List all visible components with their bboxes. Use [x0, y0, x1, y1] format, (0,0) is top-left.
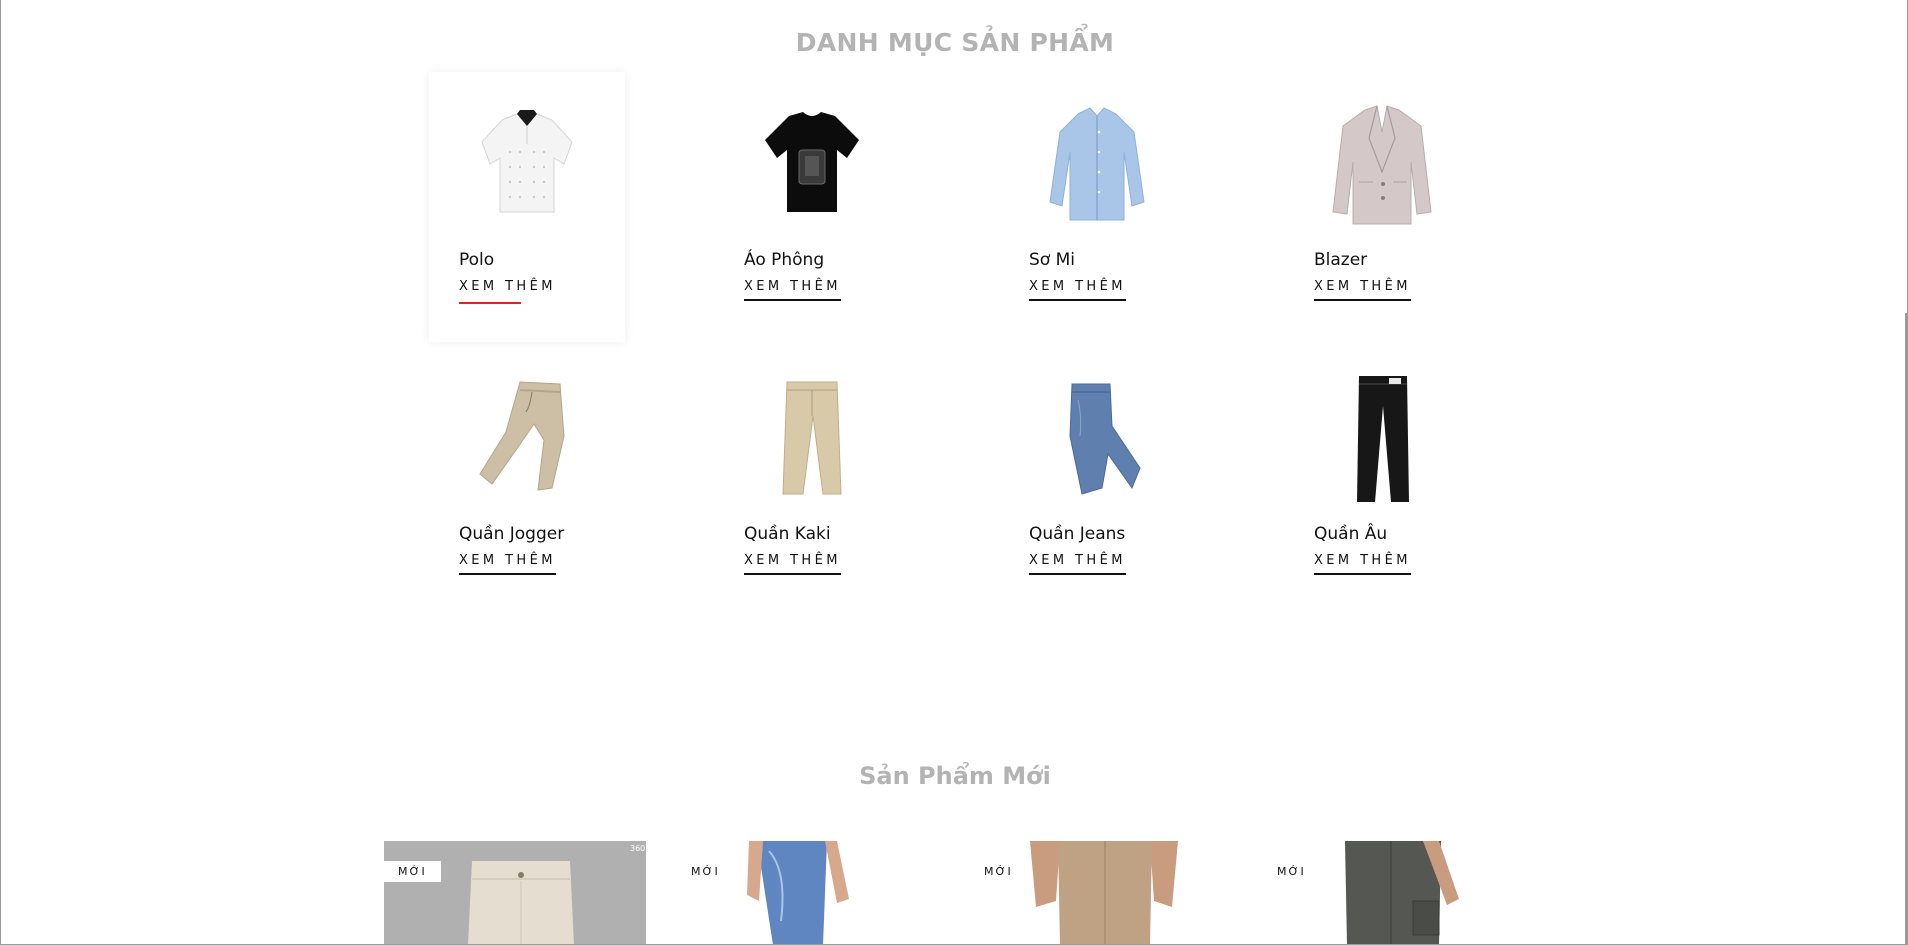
new-badge: MỚI [970, 861, 1027, 882]
trousers-icon [1284, 376, 1480, 502]
jogger-pants-icon [429, 376, 625, 502]
page: DANH MỤC SẢN PHẨM Polo XEM THÊM Áo Phông… [0, 0, 1908, 945]
view-more-link[interactable]: XEM THÊM [744, 553, 841, 575]
category-card-blazer[interactable]: Blazer XEM THÊM [1284, 72, 1480, 342]
view-more-link[interactable]: XEM THÊM [744, 279, 841, 301]
new-products-section-title: Sản Phẩm Mới [859, 762, 1051, 790]
view-more-link[interactable]: XEM THÊM [1314, 553, 1411, 575]
jeans-icon [999, 376, 1195, 502]
product-card[interactable]: MỚI [970, 841, 1232, 944]
category-name: Sơ Mi [1029, 250, 1075, 270]
category-card-so-mi[interactable]: Sơ Mi XEM THÊM [999, 72, 1195, 342]
category-name: Quần Âu [1314, 524, 1388, 544]
category-name: Blazer [1314, 250, 1368, 270]
view-more-link[interactable]: XEM THÊM [1029, 279, 1126, 301]
product-image [1263, 841, 1525, 944]
product-image: 360 [384, 841, 646, 944]
category-card-quan-au[interactable]: Quần Âu XEM THÊM [1284, 346, 1480, 616]
svg-text:360: 360 [630, 844, 645, 853]
new-badge: MỚI [1263, 861, 1320, 882]
category-name: Áo Phông [744, 250, 825, 270]
product-image [970, 841, 1232, 944]
category-card-polo[interactable]: Polo XEM THÊM [429, 72, 625, 342]
category-card-ao-phong[interactable]: Áo Phông XEM THÊM [714, 72, 910, 342]
new-badge: MỚI [677, 861, 734, 882]
product-card[interactable]: MỚI [677, 841, 939, 944]
categories-section-title: DANH MỤC SẢN PHẨM [795, 28, 1115, 57]
view-more-link[interactable]: XEM THÊM [459, 279, 556, 301]
view-more-link[interactable]: XEM THÊM [1029, 553, 1126, 575]
category-name: Quần Jogger [459, 524, 565, 544]
category-name: Quần Jeans [1029, 524, 1126, 544]
dress-shirt-icon [999, 102, 1195, 228]
blazer-icon [1284, 102, 1480, 228]
khaki-pants-icon [714, 376, 910, 502]
hover-underline [459, 302, 521, 304]
category-name: Quần Kaki [744, 524, 831, 544]
product-image [677, 841, 939, 944]
t-shirt-icon [714, 102, 910, 228]
polo-shirt-icon [429, 102, 625, 228]
scrollbar-thumb[interactable] [1905, 313, 1907, 944]
category-card-quan-kaki[interactable]: Quần Kaki XEM THÊM [714, 346, 910, 616]
view-more-link[interactable]: XEM THÊM [1314, 279, 1411, 301]
product-card[interactable]: MỚI [1263, 841, 1525, 944]
category-card-quan-jogger[interactable]: Quần Jogger XEM THÊM [429, 346, 625, 616]
category-name: Polo [459, 250, 495, 270]
new-badge: MỚI [384, 861, 441, 882]
product-card[interactable]: 360 MỚI [384, 841, 646, 944]
category-card-quan-jeans[interactable]: Quần Jeans XEM THÊM [999, 346, 1195, 616]
view-more-link[interactable]: XEM THÊM [459, 553, 556, 575]
